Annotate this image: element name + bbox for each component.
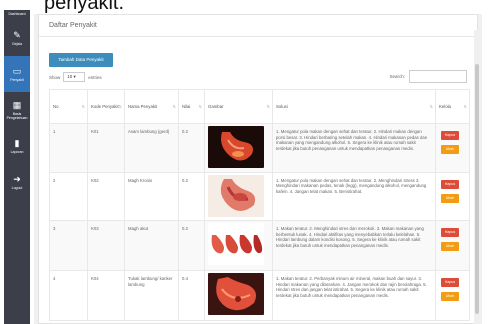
add-disease-button[interactable]: Tambah Data Penyakit [49, 53, 113, 67]
stomach-image [208, 174, 264, 217]
sidebar-item-label: Penyakit [10, 78, 24, 82]
table-row: 3 K03 Magh akut 0.2 1. Makan teratur. 2.… [49, 220, 470, 272]
cell-nama: Magh akut [124, 220, 179, 272]
column-header-label: Nama Penyakit [128, 104, 158, 109]
edit-button[interactable]: Ubah [441, 193, 459, 203]
cell-no: 2 [49, 171, 88, 222]
sidebar-item-logout[interactable]: ➜ Logout [4, 164, 30, 200]
stomach-image [208, 273, 264, 316]
delete-button[interactable]: Hapus [441, 278, 459, 288]
sidebar-item-label: Logout [11, 186, 23, 190]
sort-icon: ⇅ [81, 103, 85, 109]
table-header-row: No ⇅ Kode Penyakit ⇅ Nama Penyakit ⇅ Nilai ⇅… [49, 89, 470, 124]
entries-label: entries [88, 74, 102, 80]
page-heading-fragment: penyakit. [44, 0, 125, 14]
cell-no: 1 [49, 123, 88, 173]
cell-no: 4 [49, 270, 88, 322]
column-header-gambar[interactable]: Gambar ⇅ [204, 89, 273, 124]
sidebar-item-label: Laporan [10, 150, 24, 154]
search-label: Search: [389, 74, 405, 79]
cell-gambar [204, 220, 273, 272]
disease-table: No ⇅ Kode Penyakit ⇅ Nama Penyakit ⇅ Nilai ⇅… [49, 89, 470, 322]
search-control: Search: [389, 70, 467, 83]
cell-kelola: Hapus Ubah [435, 270, 470, 322]
sidebar-item-label: Basis Pengetahuan [6, 112, 28, 120]
cell-nilai: 0.2 [178, 123, 205, 173]
column-header-label: Kode Penyakit [91, 104, 119, 109]
disease-list-panel: Daftar Penyakit Tambah Data Penyakit Sho… [38, 14, 478, 324]
delete-button[interactable]: Hapus [441, 131, 459, 140]
search-input[interactable] [409, 70, 467, 83]
sidebar-item-label: Gejala [11, 42, 23, 46]
edit-button[interactable]: Ubah [441, 145, 459, 154]
show-label: Show [49, 74, 61, 80]
monitor-icon: ▭ [12, 66, 22, 76]
logout-icon: ➜ [13, 174, 21, 184]
column-header-label: Nilai [182, 104, 191, 109]
cell-nama: Tukak lambung/ kanker lambung [124, 270, 179, 322]
sidebar-item-gejala[interactable]: ✎ Gejala [4, 20, 30, 56]
cell-no: 3 [49, 220, 88, 272]
cell-solusi: 1. Mengatur pola makan dengan sehat dan … [272, 123, 436, 173]
cell-gambar [204, 270, 273, 322]
cell-nilai: 0.2 [178, 171, 205, 222]
cell-solusi: 1. Mengatur pola makan dengan sehat dan … [272, 171, 436, 222]
delete-button[interactable]: Hapus [441, 179, 459, 189]
column-header-label: Gambar [208, 104, 224, 109]
column-header-solusi[interactable]: Solusi ⇅ [272, 89, 436, 124]
cell-kode: K02 [87, 171, 125, 222]
sort-icon: ⇅ [198, 103, 202, 109]
table-row: 4 K04 Tukak lambung/ kanker lambung 0.4 … [49, 270, 470, 322]
edit-button[interactable]: Ubah [441, 242, 459, 252]
column-header-nama[interactable]: Nama Penyakit ⇅ [124, 89, 179, 124]
main-content: Daftar Penyakit Tambah Data Penyakit Sho… [34, 14, 482, 324]
cell-kelola: Hapus Ubah [435, 171, 470, 222]
edit-button[interactable]: Ubah [441, 292, 459, 302]
sidebar-item-dashboard[interactable]: Dashboard [4, 10, 30, 20]
entries-select-value: 10 [67, 74, 73, 79]
panel-title: Daftar Penyakit [39, 15, 477, 37]
column-header-label: No [53, 104, 59, 109]
cell-solusi: 1. Makan teratur. 2. Perbanyak minum air… [272, 270, 436, 322]
cell-nama: Magh Kronis [124, 171, 179, 222]
cell-gambar [204, 123, 273, 173]
chart-icon: ▮ [14, 138, 20, 148]
cell-kode: K01 [87, 123, 125, 173]
column-header-nilai[interactable]: Nilai ⇅ [178, 89, 205, 124]
sort-icon: ⇅ [463, 103, 467, 109]
cell-kode: K03 [87, 220, 125, 272]
sort-icon: ⇅ [429, 103, 433, 109]
column-header-kode[interactable]: Kode Penyakit ⇅ [87, 89, 125, 124]
column-header-no[interactable]: No ⇅ [49, 89, 88, 124]
cell-kelola: Hapus Ubah [435, 220, 470, 272]
sort-icon: ⇅ [172, 103, 176, 109]
sort-icon: ⇅ [118, 103, 122, 109]
cell-kelola: Hapus Ubah [435, 123, 470, 173]
delete-button[interactable]: Hapus [441, 228, 459, 238]
edit-icon: ✎ [13, 30, 21, 40]
stomach-stages-image [208, 223, 264, 266]
sidebar-item-penyakit[interactable]: ▭ Penyakit [4, 56, 30, 92]
entries-select[interactable]: 10 ▾ [63, 72, 86, 82]
table-row: 2 K02 Magh Kronis 0.2 1. Mengatur pola m… [49, 171, 470, 222]
cell-solusi: 1. Makan teratur. 2. Menghindari stres d… [272, 220, 436, 272]
sidebar: Dashboard ✎ Gejala ▭ Penyakit ▦ Basis Pe… [4, 10, 30, 324]
column-header-label: Solusi [276, 104, 288, 109]
cell-nilai: 0.4 [178, 270, 205, 322]
table-icon: ▦ [12, 100, 22, 110]
column-header-kelola[interactable]: Kelola ⇅ [435, 89, 470, 124]
cell-nama: Asam lambung (gerd) [124, 123, 179, 173]
sidebar-item-laporan[interactable]: ▮ Laporan [4, 128, 30, 164]
cell-kode: K04 [87, 270, 125, 322]
scrollbar-thumb[interactable] [475, 64, 479, 314]
sidebar-item-basis-pengetahuan[interactable]: ▦ Basis Pengetahuan [4, 92, 30, 128]
cell-gambar [204, 171, 273, 222]
column-header-label: Kelola [439, 104, 451, 109]
stomach-image [208, 126, 264, 168]
entries-length-control: Show 10 ▾ entries [49, 72, 102, 82]
sort-icon: ⇅ [266, 103, 270, 109]
cell-nilai: 0.2 [178, 220, 205, 272]
table-row: 1 K01 Asam lambung (gerd) 0.2 1. Mengatu… [49, 123, 470, 173]
